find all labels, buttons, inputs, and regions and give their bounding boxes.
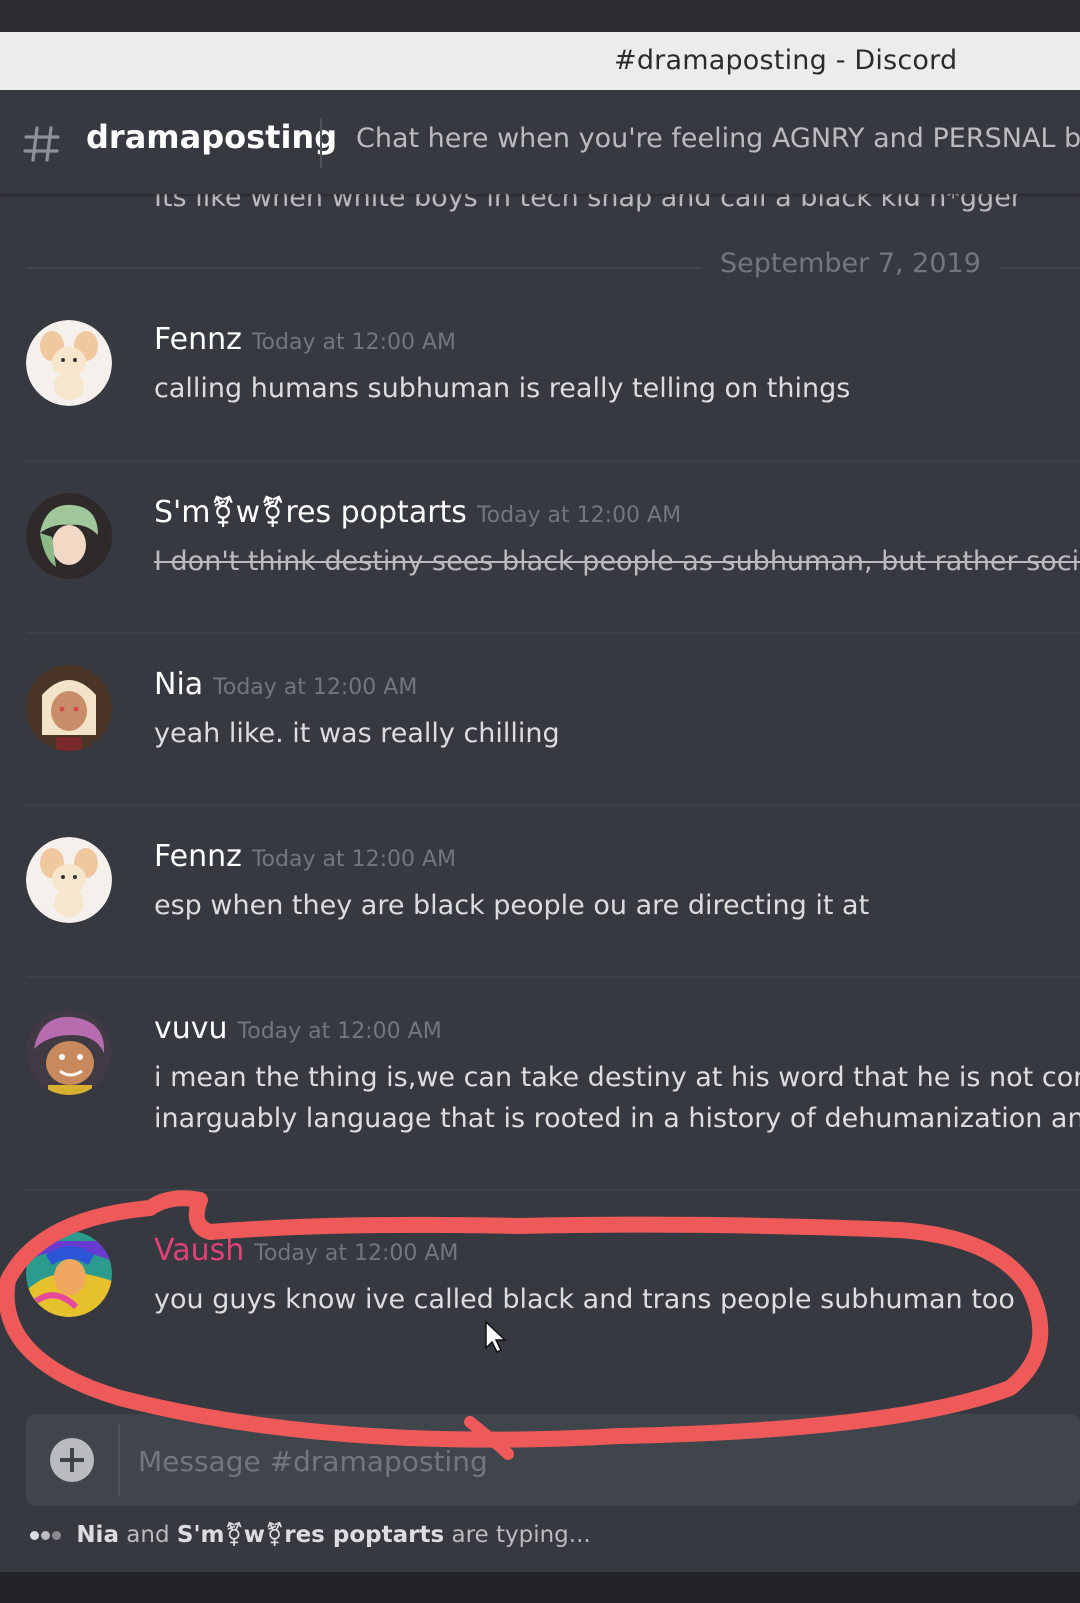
message-text: you guys know ive called black and trans… <box>154 1284 1015 1315</box>
message-timestamp: Today at 12:00 AM <box>251 330 457 355</box>
channel-topic[interactable]: Chat here when you're feeling AGNRY and … <box>356 123 1080 154</box>
message-text: calling humans subhuman is really tellin… <box>154 373 851 404</box>
message-separator <box>26 632 1080 634</box>
discord-chat-view: dramaposting Chat here when you're feeli… <box>0 90 1080 1572</box>
screen-bottom-bar <box>0 1572 1080 1603</box>
message-text: i mean the thing is,we can take destiny … <box>154 1062 1080 1093</box>
message-text-strikethrough: I don't think destiny sees black people … <box>154 546 1080 577</box>
message-username[interactable]: Fennz Today at 12:00 AM <box>154 839 456 874</box>
message-timestamp: Today at 12:00 AM <box>213 675 418 700</box>
message-item[interactable]: Vaush Today at 12:00 AM you guys know ive… <box>0 1231 1080 1381</box>
message-timestamp: Today at 12:00 AM <box>251 847 457 872</box>
message-timestamp: Today at 12:00 AM <box>237 1019 442 1044</box>
username-text[interactable]: Vaush <box>154 1233 244 1268</box>
avatar[interactable] <box>26 837 112 923</box>
message-separator <box>26 804 1080 806</box>
message-text: yeah like. it was really chilling <box>154 718 560 749</box>
channel-name[interactable]: dramaposting <box>86 118 337 156</box>
typing-suffix: are typing... <box>451 1522 591 1548</box>
message-timestamp: Today at 12:00 AM <box>476 503 682 528</box>
message-text: inarguably language that is rooted in a … <box>154 1103 1080 1134</box>
avatar[interactable] <box>26 665 112 751</box>
typing-user: Nia <box>76 1522 119 1548</box>
avatar[interactable] <box>26 1009 112 1095</box>
channel-header: dramaposting Chat here when you're feeli… <box>0 90 1080 194</box>
message-item[interactable]: vuvu Today at 12:00 AM i mean the thing i… <box>0 1009 1080 1209</box>
avatar[interactable] <box>26 1231 112 1317</box>
window-titlebar: #dramaposting - Discord <box>0 32 1080 90</box>
username-text[interactable]: Fennz <box>154 322 242 357</box>
username-text[interactable]: Fennz <box>154 839 242 874</box>
message-item[interactable]: S'm⚧w⚧res poptarts Today at 12:00 AM I do… <box>0 493 1080 643</box>
message-separator <box>26 1189 1080 1191</box>
message-timestamp: Today at 12:00 AM <box>254 1241 459 1266</box>
hash-icon <box>23 126 60 162</box>
message-username[interactable]: Vaush Today at 12:00 AM <box>154 1233 458 1268</box>
message-item[interactable]: Fennz Today at 12:00 AM esp when they are… <box>0 837 1080 987</box>
username-text[interactable]: Nia <box>154 667 203 702</box>
avatar[interactable] <box>26 493 112 579</box>
date-divider-label: September 7, 2019 <box>702 248 999 279</box>
header-divider <box>320 118 322 168</box>
message-text: esp when they are black people ou are di… <box>154 890 870 921</box>
typing-user: S'm⚧w⚧res poptarts <box>176 1522 445 1548</box>
message-username[interactable]: S'm⚧w⚧res poptarts Today at 12:00 AM <box>154 495 681 530</box>
attach-plus-icon[interactable] <box>50 1438 94 1482</box>
composer-divider <box>118 1424 120 1496</box>
message-separator <box>26 460 1080 462</box>
avatar[interactable] <box>26 320 112 406</box>
message-item[interactable]: Nia Today at 12:00 AM yeah like. it was r… <box>0 665 1080 815</box>
message-username[interactable]: Nia Today at 12:00 AM <box>154 667 417 702</box>
typing-indicator: Nia and S'm⚧w⚧res poptarts are typing... <box>30 1522 591 1548</box>
message-username[interactable]: Fennz Today at 12:00 AM <box>154 322 456 357</box>
username-text[interactable]: vuvu <box>154 1011 228 1046</box>
screen-top-bar <box>0 0 1080 32</box>
message-composer <box>26 1414 1080 1508</box>
message-separator <box>26 976 1080 978</box>
mouse-cursor-icon <box>485 1320 507 1354</box>
window-title: #dramaposting - Discord <box>614 45 958 76</box>
message-username[interactable]: vuvu Today at 12:00 AM <box>154 1011 442 1046</box>
typing-connector: and <box>126 1522 170 1548</box>
message-input[interactable] <box>136 1414 1040 1508</box>
username-text[interactable]: S'm⚧w⚧res poptarts <box>154 495 467 530</box>
message-item[interactable]: Fennz Today at 12:00 AM calling humans su… <box>0 320 1080 470</box>
typing-dots-icon <box>30 1522 63 1548</box>
